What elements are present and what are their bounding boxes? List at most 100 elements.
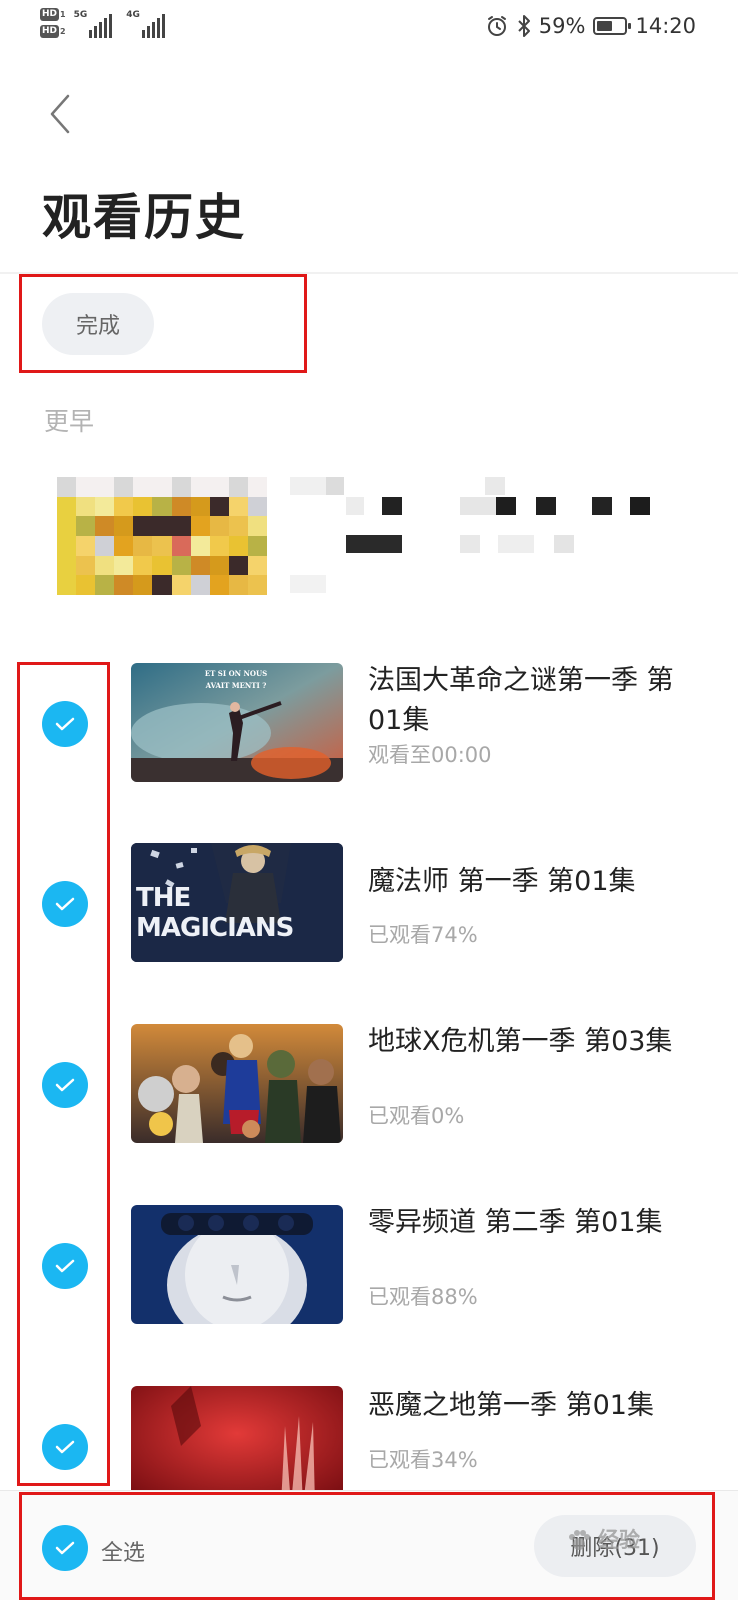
- signal-bar: [146, 26, 150, 38]
- censor-block: [326, 477, 344, 495]
- censor-block: [498, 535, 534, 553]
- list-item[interactable]: 法国大革命之谜第一季 第01集 观看至00:00: [0, 663, 738, 783]
- mosaic-tile: [95, 575, 115, 595]
- mosaic-tile: [171, 516, 191, 536]
- check-icon: [55, 1259, 75, 1273]
- item-title: 地球X危机第一季 第03集: [368, 1026, 673, 1057]
- mosaic-tile: [247, 555, 267, 576]
- select-all-checkbox[interactable]: [42, 1525, 88, 1571]
- item-checkbox[interactable]: [42, 1243, 88, 1289]
- video-thumbnail[interactable]: [131, 1386, 343, 1490]
- mosaic-tile: [152, 496, 172, 517]
- mosaic-tile: [114, 575, 134, 595]
- mosaic-tile: [95, 535, 115, 556]
- mosaic-tile: [76, 516, 96, 536]
- item-progress: 已观看88%: [368, 1285, 478, 1309]
- censor-block: [290, 477, 330, 495]
- item-title: 零异频道 第二季 第01集: [368, 1207, 663, 1238]
- mosaic-tile: [76, 535, 96, 556]
- mosaic-tile: [152, 477, 172, 497]
- mosaic-tile: [171, 477, 191, 497]
- signal-bar: [109, 14, 113, 38]
- hd-icon: HD: [40, 25, 60, 38]
- mosaic-tile: [190, 535, 210, 556]
- censor-block: [485, 477, 505, 495]
- back-button[interactable]: [42, 92, 78, 136]
- item-progress: 已观看74%: [368, 923, 478, 947]
- censor-block: [630, 497, 650, 515]
- mosaic-tile: [57, 516, 77, 536]
- item-progress: 已观看34%: [368, 1448, 478, 1472]
- hd-sim-number: 1: [60, 10, 66, 19]
- item-title: 恶魔之地第一季 第01集: [368, 1390, 654, 1421]
- section-label-earlier: 更早: [44, 407, 95, 436]
- mosaic-tile: [228, 555, 248, 576]
- battery-fill: [597, 21, 613, 31]
- hd-indicators: HD 1 HD 2: [40, 8, 66, 38]
- signal-5g: 5G: [74, 10, 113, 38]
- mosaic-tile: [228, 575, 248, 595]
- watermark: 经验: [598, 1528, 640, 1552]
- mosaic-tile: [95, 496, 115, 517]
- mosaic-tile: [247, 516, 267, 536]
- signal-bar: [99, 22, 103, 38]
- hd-icon: HD: [40, 8, 60, 21]
- status-bar-right: 59% 14:20: [485, 14, 696, 38]
- censor-block: [346, 535, 402, 553]
- done-button[interactable]: 完成: [42, 293, 154, 355]
- mosaic-tile: [76, 477, 96, 497]
- item-checkbox[interactable]: [42, 701, 88, 747]
- mosaic-tile: [57, 535, 77, 556]
- mosaic-tile: [114, 496, 134, 517]
- item-progress: 已观看0%: [368, 1104, 465, 1128]
- list-item[interactable]: THE MAGICIANS 魔法师 第一季 第01集 已观看74%: [0, 843, 738, 963]
- mosaic-tile: [209, 516, 229, 536]
- battery-icon: [593, 17, 632, 35]
- censor-block: [496, 497, 516, 515]
- mosaic-tile: [209, 535, 229, 556]
- list-item[interactable]: 零异频道 第二季 第01集 已观看88%: [0, 1205, 738, 1325]
- signal-bar: [156, 18, 160, 38]
- mosaic-tile: [190, 496, 210, 517]
- mosaic-tile: [247, 496, 267, 517]
- thumbnail-image: [131, 1024, 343, 1143]
- signal-bar: [94, 26, 98, 38]
- watch-history-page: HD 1 HD 2 5G 4G 59% 14:20 观看历史 完成 更早 法国大…: [0, 0, 738, 1600]
- item-checkbox[interactable]: [42, 1424, 88, 1470]
- thumbnail-caption: ET SI ON NOUS AVAIT MENTI ?: [204, 669, 268, 690]
- mosaic-tile: [190, 575, 210, 595]
- page-title: 观看历史: [42, 189, 247, 246]
- item-progress: 观看至00:00: [368, 743, 492, 767]
- list-item[interactable]: 恶魔之地第一季 第01集 已观看34%: [0, 1386, 738, 1490]
- video-thumbnail[interactable]: [131, 1024, 343, 1143]
- video-thumbnail[interactable]: [131, 1205, 343, 1324]
- mosaic-tile: [171, 535, 191, 556]
- check-icon: [55, 1541, 75, 1555]
- select-all-label[interactable]: 全选: [101, 1535, 145, 1567]
- signal-bar: [161, 14, 165, 38]
- item-checkbox[interactable]: [42, 1062, 88, 1108]
- censored-thumbnail[interactable]: [57, 477, 267, 595]
- mosaic-tile: [209, 496, 229, 517]
- censor-block: [592, 497, 612, 515]
- mosaic-tile: [171, 575, 191, 595]
- mosaic-tile: [190, 555, 210, 576]
- mosaic-tile: [95, 516, 115, 536]
- list-item[interactable]: 地球X危机第一季 第03集 已观看0%: [0, 1024, 738, 1144]
- item-checkbox[interactable]: [42, 881, 88, 927]
- signal-bar: [104, 18, 108, 38]
- signal-bar: [89, 30, 93, 38]
- mosaic-tile: [171, 555, 191, 576]
- mosaic-tile: [57, 555, 77, 576]
- clock: 14:20: [635, 14, 696, 38]
- mosaic-tile: [133, 555, 153, 576]
- mosaic-tile: [228, 477, 248, 497]
- status-bar: HD 1 HD 2 5G 4G 59% 14:20: [0, 0, 738, 56]
- check-icon: [55, 1440, 75, 1454]
- mosaic-tile: [114, 555, 134, 576]
- mosaic-tile: [228, 535, 248, 556]
- mosaic-tile: [228, 496, 248, 517]
- censor-block: [290, 575, 326, 593]
- censor-block: [554, 535, 574, 553]
- mosaic-tile: [171, 496, 191, 517]
